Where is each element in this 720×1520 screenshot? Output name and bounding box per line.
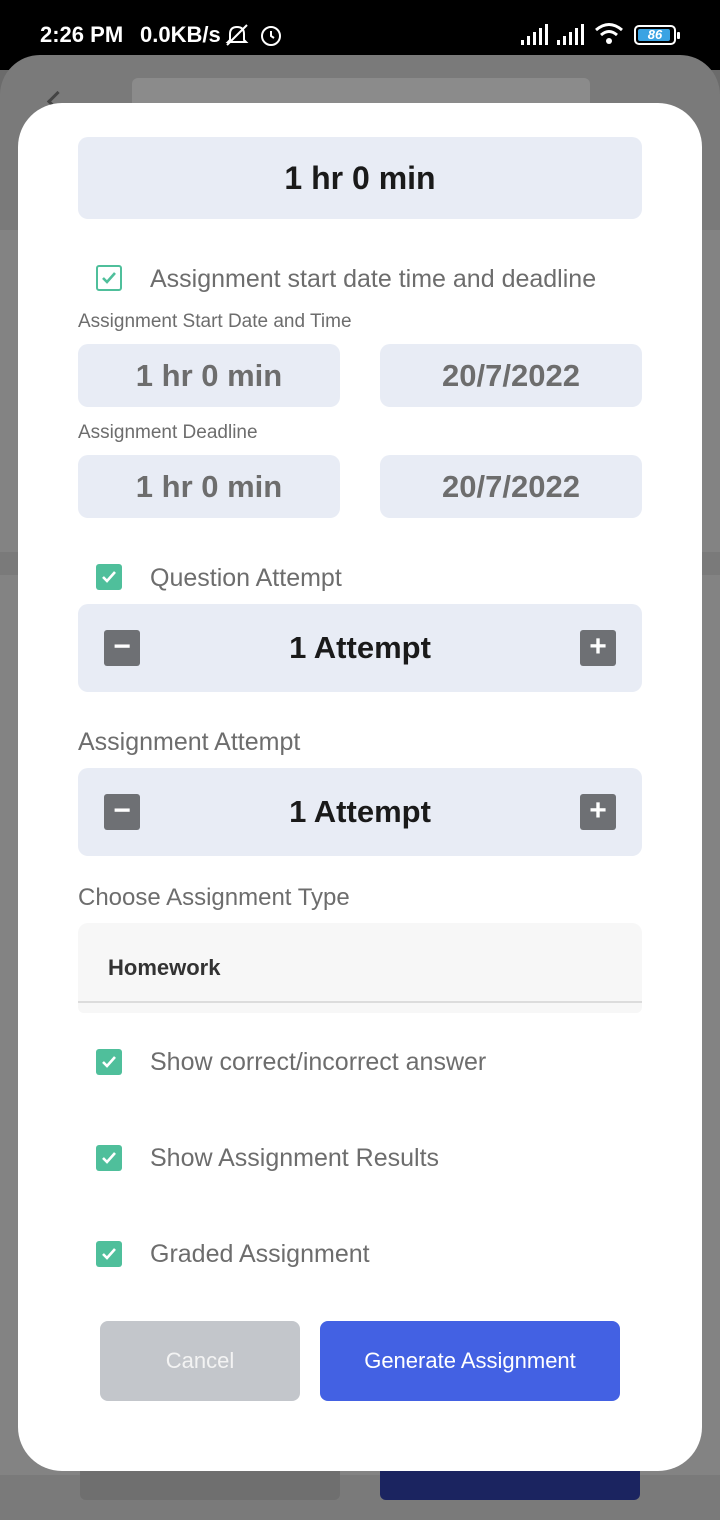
- deadline-label: Assignment Deadline: [78, 422, 258, 443]
- dropdown-underline: [78, 1001, 642, 1003]
- deadline-date-field[interactable]: 20/7/2022: [380, 455, 642, 518]
- start-date-time-label: Assignment Start Date and Time: [78, 311, 352, 332]
- assignment-type-label: Choose Assignment Type: [78, 884, 350, 911]
- wifi-icon: [595, 23, 623, 44]
- start-date-value: 20/7/2022: [442, 357, 580, 393]
- start-deadline-checkbox-label: Assignment start date time and deadline: [150, 265, 597, 293]
- show-correct-label: Show correct/incorrect answer: [150, 1048, 487, 1076]
- assignment-attempt-value: 1 Attempt: [289, 794, 431, 829]
- battery-icon: 86: [634, 25, 680, 45]
- network-speed: 0.0KB/s: [140, 22, 221, 47]
- cancel-button[interactable]: Cancel: [100, 1321, 300, 1401]
- deadline-time-field[interactable]: 1 hr 0 min: [78, 455, 340, 518]
- start-time-field[interactable]: 1 hr 0 min: [78, 344, 340, 407]
- cancel-button-label: Cancel: [165, 1348, 235, 1373]
- show-results-label: Show Assignment Results: [150, 1144, 440, 1172]
- alarm-icon: [261, 26, 281, 46]
- duration-value: 1 hr 0 min: [284, 159, 436, 196]
- start-time-value: 1 hr 0 min: [135, 357, 283, 393]
- status-time: 2:26 PM: [40, 22, 124, 47]
- check-icon: [102, 571, 116, 583]
- check-icon: [102, 1152, 116, 1164]
- question-attempt-label: Question Attempt: [150, 564, 342, 592]
- signal-icon-2: [557, 24, 584, 45]
- graded-label: Graded Assignment: [150, 1240, 370, 1268]
- question-attempt-stepper: 1 Attempt: [78, 604, 642, 692]
- assignment-attempt-minus-button[interactable]: −: [104, 794, 140, 830]
- question-attempt-checkbox[interactable]: [96, 564, 122, 590]
- assignment-type-value: Homework: [108, 955, 221, 980]
- assignment-type-dropdown[interactable]: Homework: [78, 923, 642, 1013]
- assignment-settings-modal: 1 hr 0 min Assignment start date time an…: [18, 103, 702, 1471]
- question-attempt-plus-button[interactable]: +: [580, 630, 616, 666]
- assignment-attempt-plus-button[interactable]: +: [580, 794, 616, 830]
- show-correct-checkbox[interactable]: [96, 1049, 122, 1075]
- battery-level: 86: [647, 27, 663, 42]
- start-date-field[interactable]: 20/7/2022: [380, 344, 642, 407]
- deadline-date-value: 20/7/2022: [442, 468, 580, 504]
- duration-field[interactable]: 1 hr 0 min: [78, 137, 642, 219]
- assignment-attempt-stepper: 1 Attempt: [78, 768, 642, 856]
- question-attempt-minus-button[interactable]: −: [104, 630, 140, 666]
- graded-checkbox[interactable]: [96, 1241, 122, 1267]
- check-icon: [102, 1056, 116, 1068]
- deadline-time-value: 1 hr 0 min: [135, 468, 283, 504]
- check-icon: [102, 272, 116, 284]
- check-icon: [102, 1248, 116, 1260]
- show-results-checkbox[interactable]: [96, 1145, 122, 1171]
- generate-assignment-button[interactable]: Generate Assignment: [320, 1321, 620, 1401]
- generate-button-label: Generate Assignment: [364, 1348, 576, 1373]
- assignment-attempt-label: Assignment Attempt: [78, 728, 301, 756]
- start-deadline-checkbox[interactable]: [96, 265, 122, 291]
- signal-icon-1: [521, 24, 548, 45]
- question-attempt-value: 1 Attempt: [289, 630, 431, 665]
- muted-bell-icon: [225, 24, 249, 46]
